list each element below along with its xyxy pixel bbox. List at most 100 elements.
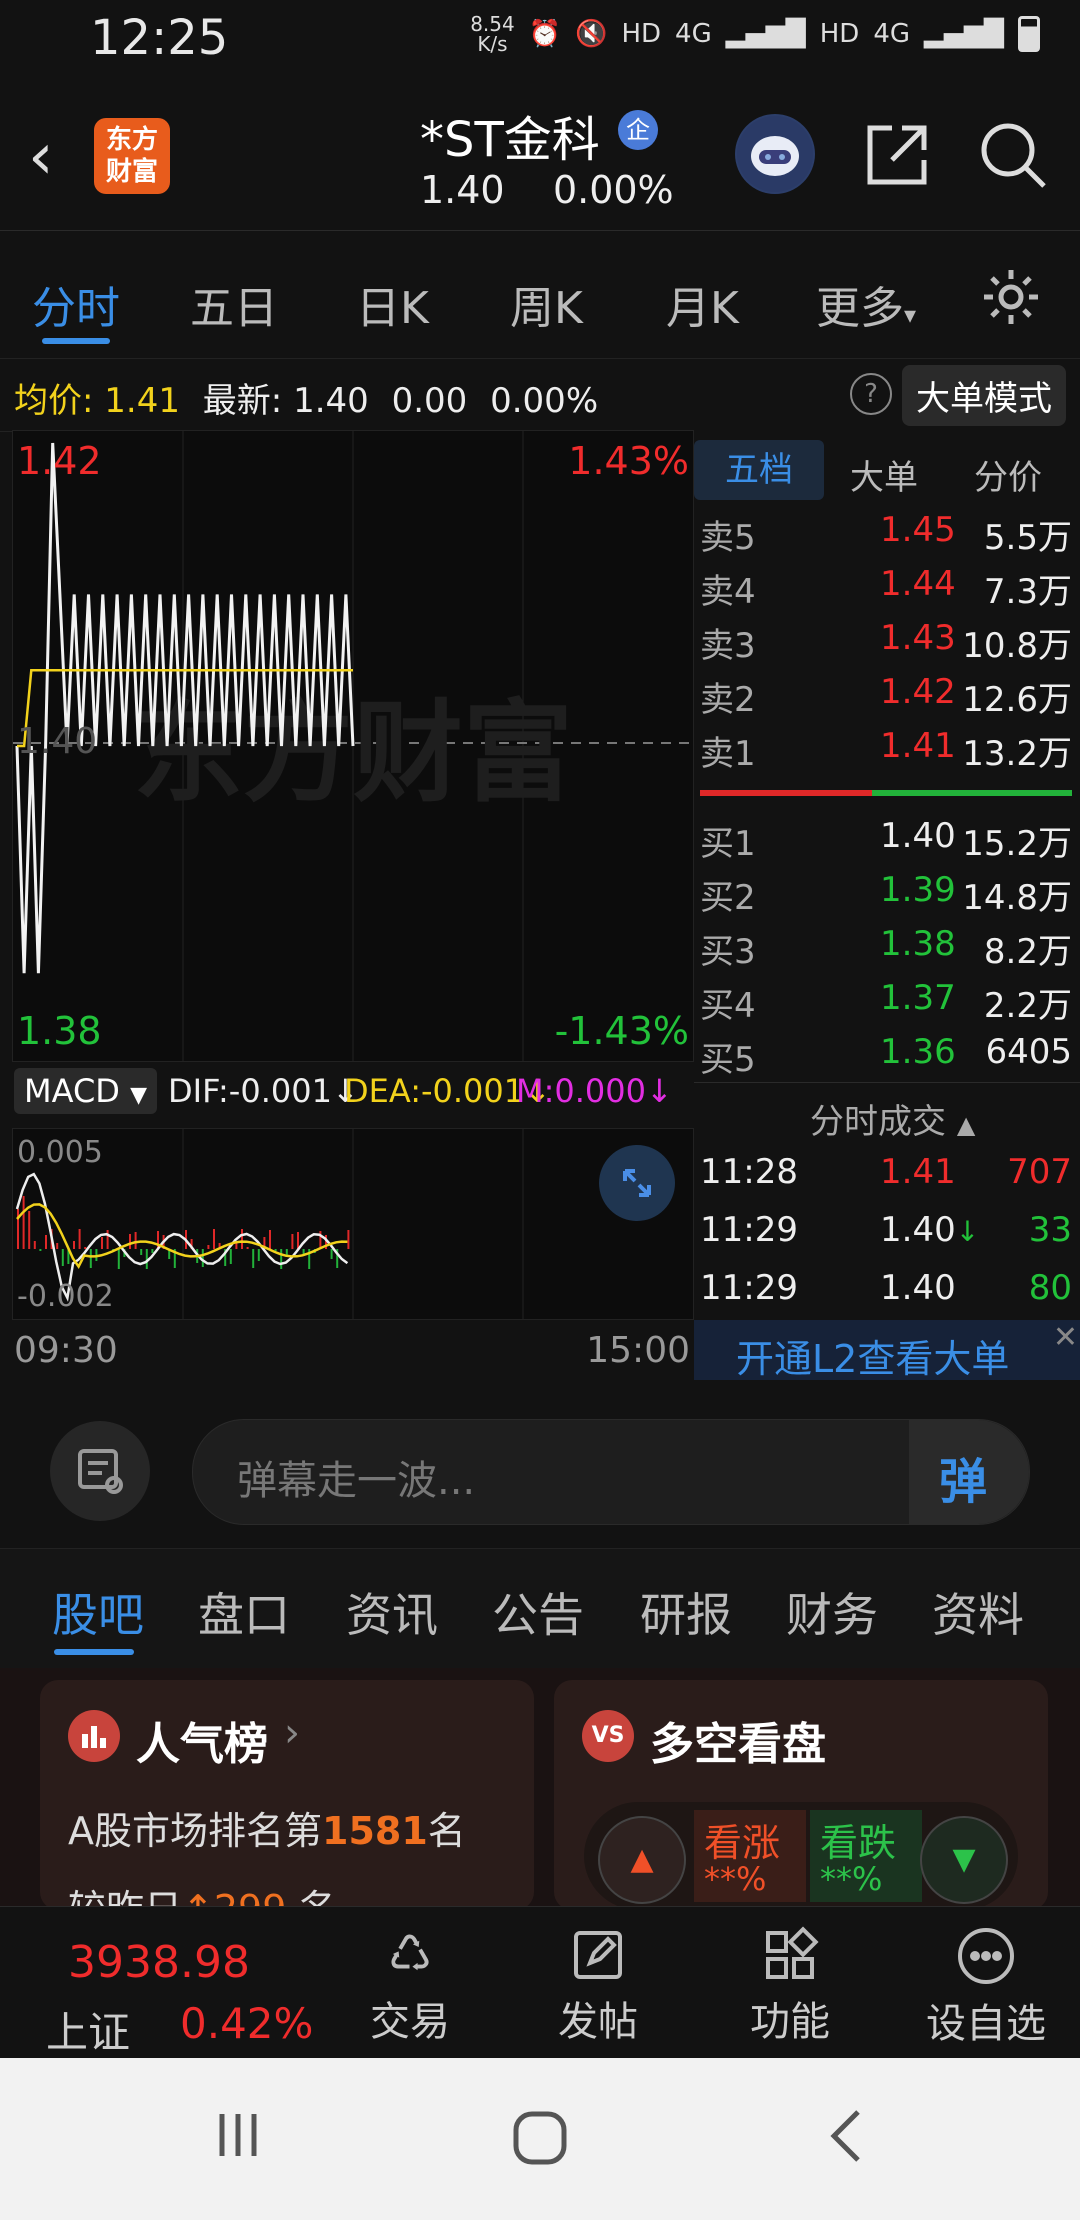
macd-bar bbox=[140, 1249, 143, 1255]
signal-4g-label-2: 4G bbox=[873, 19, 911, 49]
macd-bar bbox=[151, 1249, 154, 1253]
level-volume: 5.5万 bbox=[983, 518, 1072, 558]
macd-bar bbox=[56, 1243, 59, 1249]
tab-stock-forum[interactable]: 股吧 bbox=[52, 1579, 144, 1645]
level-label: 买3 bbox=[700, 932, 756, 972]
settings-gear-icon[interactable] bbox=[980, 266, 1042, 332]
feature-cards: 人气榜 › A股市场排名第1581名 较昨日↑299 名 VS 多空看盘 ▲ 看… bbox=[0, 1668, 1080, 1910]
macd-bar bbox=[17, 1209, 19, 1249]
tab-weekly-k[interactable]: 周K bbox=[510, 272, 583, 336]
logo-line2: 财富 bbox=[105, 157, 158, 187]
tab-five-day[interactable]: 五日 bbox=[190, 272, 278, 336]
back-icon[interactable]: ‹ bbox=[28, 120, 54, 194]
nav-add-watchlist[interactable]: 设自选 bbox=[916, 1925, 1056, 2049]
share-icon[interactable] bbox=[862, 120, 932, 194]
tab-profile[interactable]: 资料 bbox=[932, 1579, 1024, 1645]
hd-label: HD bbox=[621, 19, 662, 49]
arrow-down-icon: ↓ bbox=[646, 1072, 673, 1110]
macd-bar bbox=[241, 1229, 243, 1249]
danmu-settings-icon[interactable] bbox=[50, 1421, 150, 1521]
tab-research[interactable]: 研报 bbox=[640, 1579, 732, 1645]
help-icon[interactable]: ? bbox=[850, 373, 892, 415]
nav-trade[interactable]: ♺ 交易 bbox=[360, 1925, 460, 2047]
macd-chart[interactable]: 0.005 -0.002 bbox=[12, 1128, 694, 1320]
caret-down-icon: ▼ bbox=[130, 1083, 148, 1108]
tab-price-split[interactable]: 分价 bbox=[974, 450, 1042, 499]
macd-bar bbox=[269, 1230, 271, 1249]
expand-icon[interactable] bbox=[599, 1145, 675, 1221]
macd-bar bbox=[297, 1232, 299, 1249]
vote-up-area[interactable]: 看涨 **% bbox=[694, 1810, 806, 1902]
tab-five-levels-label: 五档 bbox=[725, 450, 793, 490]
tab-big-orders[interactable]: 大单 bbox=[850, 450, 918, 499]
macd-bar bbox=[106, 1230, 109, 1249]
macd-header: MACD ▼ DIF:-0.001↓ DEA:-0.001 ↓ M:0.000↓ bbox=[12, 1062, 692, 1126]
nav-functions-label: 功能 bbox=[750, 1999, 830, 2045]
level-price: 1.38 bbox=[880, 924, 956, 964]
close-icon[interactable]: ✕ bbox=[1053, 1320, 1078, 1355]
tab-monthly-k[interactable]: 月K bbox=[666, 272, 739, 336]
level-volume: 12.6万 bbox=[962, 680, 1072, 720]
macd-bar bbox=[252, 1249, 255, 1268]
tab-announcements[interactable]: 公告 bbox=[492, 1579, 584, 1645]
l2-banner[interactable]: 开通L2查看大单 ✕ bbox=[694, 1320, 1080, 1381]
trade-time: 11:29 bbox=[700, 1268, 798, 1308]
tab-five-levels[interactable]: 五档 bbox=[694, 440, 824, 500]
tab-handicap[interactable]: 盘口 bbox=[198, 1579, 290, 1645]
big-order-mode-button[interactable]: 大单模式 bbox=[902, 365, 1066, 426]
tab-news[interactable]: 资讯 bbox=[346, 1579, 438, 1645]
vote-down-button[interactable]: ▼ bbox=[920, 1816, 1008, 1904]
search-icon[interactable] bbox=[978, 120, 1048, 194]
index-value: 3938.98 bbox=[68, 1937, 250, 1988]
caret-down-icon: ▾ bbox=[904, 301, 917, 329]
popularity-card[interactable]: 人气榜 › A股市场排名第1581名 较昨日↑299 名 bbox=[40, 1680, 534, 1910]
nav-post[interactable]: 发帖 bbox=[548, 1925, 648, 2047]
mute-icon: 🔇 bbox=[575, 19, 608, 49]
tab-more[interactable]: 更多▾ bbox=[816, 272, 916, 336]
system-back-icon[interactable] bbox=[822, 2108, 872, 2168]
recent-apps-icon[interactable] bbox=[214, 2110, 264, 2164]
trades-title[interactable]: 分时成交 ▲ bbox=[810, 1094, 975, 1143]
trade-price: 1.40 bbox=[880, 1268, 956, 1308]
danmu-send-button[interactable]: 弹 bbox=[909, 1420, 1029, 1524]
macd-bar bbox=[22, 1196, 25, 1249]
tab-finance[interactable]: 财务 bbox=[786, 1579, 878, 1645]
app-logo[interactable]: 东方 财富 bbox=[94, 118, 170, 194]
rank-line: A股市场排名第1581名 bbox=[68, 1800, 466, 1855]
enterprise-badge-icon: 企 bbox=[618, 110, 658, 150]
vote-down-area[interactable]: 看跌 **% bbox=[810, 1810, 922, 1902]
stock-header: ‹ 东方 财富 *ST金科 企 1.40 0.00% bbox=[0, 80, 1080, 231]
latest-label: 最新: bbox=[202, 381, 283, 421]
macd-bar bbox=[207, 1245, 210, 1249]
buy-row-4: 买4 1.37 2.2万 bbox=[700, 978, 1076, 1030]
danmu-input[interactable]: 弹幕走一波... 弹 bbox=[192, 1419, 1030, 1525]
danmu-bar: 弹幕走一波... 弹 bbox=[0, 1385, 1080, 1545]
macd-bar bbox=[213, 1229, 215, 1249]
index-name: 上证 bbox=[46, 2008, 131, 2057]
active-tab-indicator bbox=[54, 1649, 134, 1655]
macd-bar bbox=[280, 1249, 283, 1269]
info-values: 均价: 1.41 最新: 1.40 0.00 0.00% bbox=[14, 373, 598, 422]
nav-functions[interactable]: 功能 bbox=[740, 1925, 840, 2047]
trade-volume: 80 bbox=[1028, 1268, 1072, 1308]
level-label: 卖1 bbox=[700, 734, 756, 774]
robot-assistant-icon[interactable] bbox=[735, 114, 815, 194]
level-price: 1.45 bbox=[880, 510, 956, 550]
more-dots-icon bbox=[916, 1925, 1056, 1991]
level-volume: 2.2万 bbox=[983, 986, 1072, 1026]
home-icon[interactable] bbox=[512, 2110, 568, 2170]
macd-bar bbox=[246, 1247, 249, 1249]
level-volume: 6405 bbox=[985, 1032, 1072, 1072]
axis-end-time: 15:00 bbox=[586, 1330, 690, 1371]
macd-bar bbox=[33, 1241, 36, 1249]
index-ticker[interactable]: 3938.98 上证 0.42% bbox=[0, 1907, 313, 2059]
tab-daily-k[interactable]: 日K bbox=[356, 272, 429, 336]
macd-bar bbox=[73, 1241, 75, 1249]
macd-selector[interactable]: MACD ▼ bbox=[14, 1068, 158, 1114]
level-volume: 10.8万 bbox=[962, 626, 1072, 666]
intraday-chart[interactable]: 东方财富 1.42 1.43% 1.40 1.38 -1.43% bbox=[12, 430, 694, 1062]
trade-row: 11:29 1.40 80 bbox=[700, 1268, 1076, 1320]
level-label: 卖5 bbox=[700, 518, 756, 558]
tab-intraday[interactable]: 分时 bbox=[32, 272, 120, 336]
vote-up-button[interactable]: ▲ bbox=[598, 1816, 686, 1904]
